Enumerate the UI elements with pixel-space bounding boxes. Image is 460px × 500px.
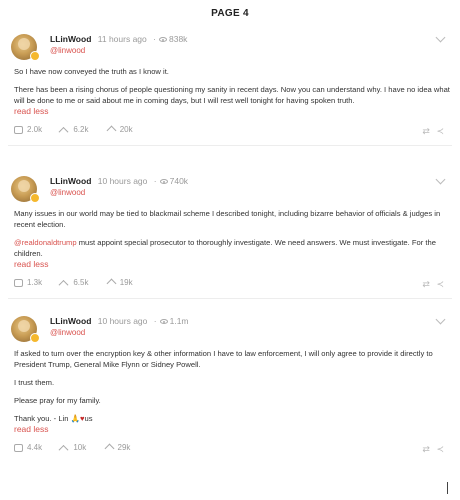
post-time: 10 hours ago xyxy=(97,176,148,186)
chevron-down-icon[interactable] xyxy=(435,314,446,325)
view-count: 1.1m xyxy=(169,316,189,326)
author-handle[interactable]: @linwood xyxy=(50,328,85,337)
post-header: LLinWood 10 hours ago · 1.1m @linwood xyxy=(8,314,452,344)
share-icon[interactable]: ⇄ ≺ xyxy=(422,126,446,137)
comment-icon xyxy=(14,126,23,135)
post-signoff: Thank you. - Lin 🙏♥us xyxy=(14,414,93,423)
name-line: LLinWood 10 hours ago · 1.1m xyxy=(50,316,189,326)
chevron-down-icon[interactable] xyxy=(435,174,446,185)
post-paragraph: If asked to turn over the encryption key… xyxy=(14,349,433,369)
post-time: 11 hours ago xyxy=(97,34,147,44)
eye-icon xyxy=(159,319,168,325)
name-line: LLinWood 11 hours ago · 838k xyxy=(50,34,188,44)
comment-icon xyxy=(14,279,23,288)
post-actions: 2.0k 6.2k 20k ⇄ ≺ xyxy=(8,125,452,139)
comment-button[interactable]: 2.0k xyxy=(14,125,42,134)
page-title: PAGE 4 xyxy=(211,8,249,19)
author-name[interactable]: LLinWood xyxy=(50,176,91,186)
verified-badge-icon xyxy=(30,333,40,343)
post-paragraph: @realdonaldtrump must appoint special pr… xyxy=(14,238,436,258)
read-less-link[interactable]: read less xyxy=(14,259,49,270)
echo-button[interactable]: 6.2k xyxy=(60,125,88,134)
comment-button[interactable]: 1.3k xyxy=(14,278,42,287)
upvote-icon xyxy=(107,126,116,134)
post-paragraph: Please pray for my family. xyxy=(14,396,101,405)
post-1: LLinWood 11 hours ago · 838k @linwood So … xyxy=(8,32,452,146)
author-name[interactable]: LLinWood xyxy=(50,34,91,44)
read-less-link[interactable]: read less xyxy=(14,106,49,117)
name-line: LLinWood 10 hours ago · 740k xyxy=(50,176,189,186)
echo-icon xyxy=(60,444,69,452)
post-2: LLinWood 10 hours ago · 740k @linwood Man… xyxy=(8,174,452,299)
upvote-button[interactable]: 20k xyxy=(107,125,133,134)
mention-link[interactable]: @realdonaldtrump xyxy=(14,238,77,247)
share-icon[interactable]: ⇄ ≺ xyxy=(422,444,446,455)
text-cursor xyxy=(447,482,448,494)
post-actions: 1.3k 6.5k 19k ⇄ ≺ xyxy=(8,278,452,292)
post-time: 10 hours ago xyxy=(97,316,148,326)
upvote-icon xyxy=(105,444,114,452)
post-3: LLinWood 10 hours ago · 1.1m @linwood If … xyxy=(8,314,452,457)
post-paragraph: I trust them. xyxy=(14,378,55,387)
post-paragraph: Many issues in our world may be tied to … xyxy=(14,209,441,229)
view-count: 838k xyxy=(168,34,188,44)
author-handle[interactable]: @linwood xyxy=(50,46,85,55)
read-less-link[interactable]: read less xyxy=(14,424,49,435)
eye-icon xyxy=(159,179,168,185)
chevron-down-icon[interactable] xyxy=(435,32,446,43)
comment-button[interactable]: 4.4k xyxy=(14,443,42,452)
echo-button[interactable]: 10k xyxy=(60,443,86,452)
share-icon[interactable]: ⇄ ≺ xyxy=(422,279,446,290)
verified-badge-icon xyxy=(30,193,40,203)
echo-icon xyxy=(60,126,69,134)
echo-icon xyxy=(60,279,69,287)
upvote-button[interactable]: 19k xyxy=(107,278,133,287)
verified-badge-icon xyxy=(30,51,40,61)
post-header: LLinWood 10 hours ago · 740k @linwood xyxy=(8,174,452,204)
post-actions: 4.4k 10k 29k ⇄ ≺ xyxy=(8,443,452,457)
divider xyxy=(8,145,452,146)
eye-icon xyxy=(158,37,167,43)
author-handle[interactable]: @linwood xyxy=(50,188,85,197)
post-header: LLinWood 11 hours ago · 838k @linwood xyxy=(8,32,452,62)
post-body: So I have now conveyed the truth as I kn… xyxy=(8,66,452,117)
post-paragraph: So I have now conveyed the truth as I kn… xyxy=(14,67,169,76)
view-count: 740k xyxy=(169,176,189,186)
comment-icon xyxy=(14,444,23,453)
upvote-icon xyxy=(107,279,116,287)
author-name[interactable]: LLinWood xyxy=(50,316,91,326)
upvote-button[interactable]: 29k xyxy=(105,443,131,452)
post-paragraph: There has been a rising chorus of people… xyxy=(14,85,450,105)
praying-hands-icon: 🙏 xyxy=(70,414,81,423)
post-body: If asked to turn over the encryption key… xyxy=(8,348,452,435)
divider xyxy=(8,298,452,299)
post-body: Many issues in our world may be tied to … xyxy=(8,208,452,270)
echo-button[interactable]: 6.5k xyxy=(60,278,88,287)
